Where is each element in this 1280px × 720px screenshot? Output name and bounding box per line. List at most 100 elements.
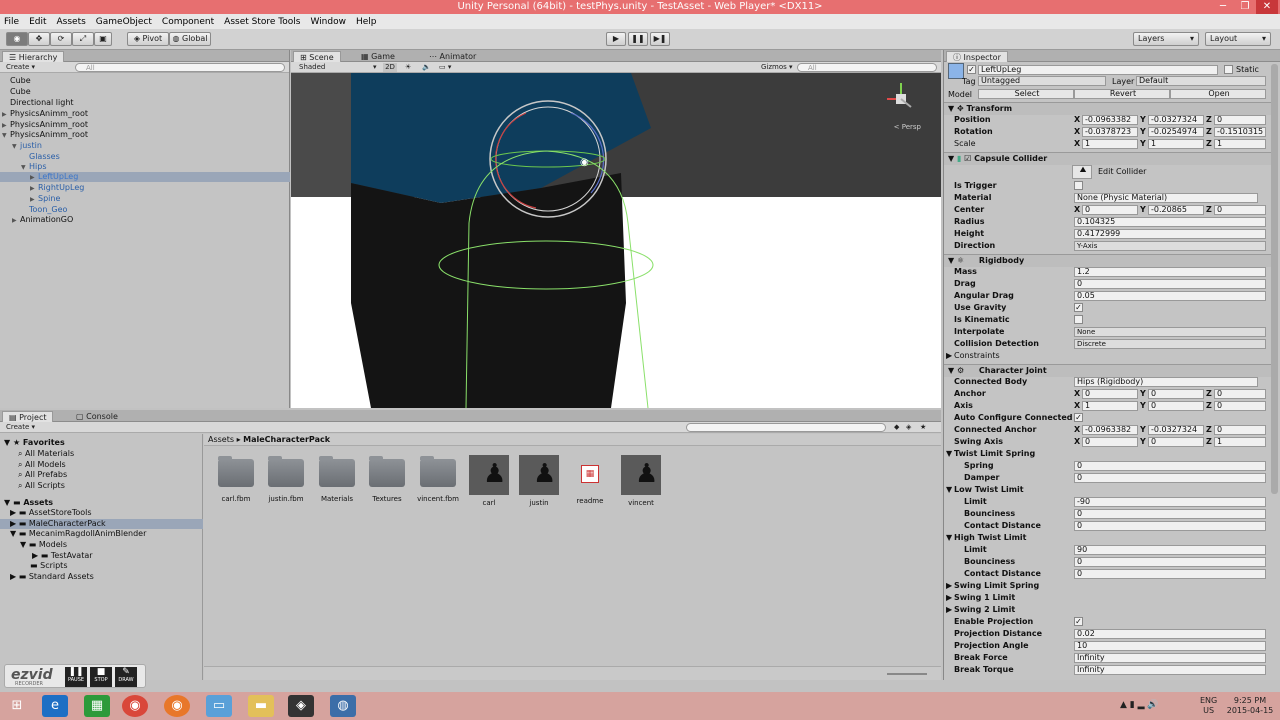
- rect-tool-button[interactable]: ▣: [94, 32, 112, 46]
- hierarchy-item[interactable]: Cube: [0, 76, 290, 86]
- rotation-z-field[interactable]: -0.1510315: [1214, 127, 1266, 137]
- hierarchy-item[interactable]: ▶ PhysicsAnimm_root: [0, 120, 290, 130]
- chrome-icon[interactable]: ◉: [122, 695, 148, 717]
- start-button[interactable]: ⊞: [4, 695, 30, 717]
- capsule-collider-header[interactable]: ▼ ▮ ☑ Capsule Collider: [944, 152, 1278, 165]
- swing2-limit-row[interactable]: ▶ Swing 2 Limit: [946, 604, 1266, 616]
- hierarchy-item[interactable]: Glasses: [0, 152, 290, 162]
- ezvid-pause-button[interactable]: ❚❚ PAUSE: [65, 667, 87, 687]
- active-checkbox[interactable]: ✓: [967, 65, 976, 74]
- asset-folder[interactable]: Textures: [365, 455, 409, 503]
- expand-arrow-icon[interactable]: ▶: [2, 110, 10, 120]
- axis-y-field[interactable]: 0: [1148, 401, 1204, 411]
- expand-arrow-icon[interactable]: ▶: [12, 216, 20, 226]
- asset-text[interactable]: ▦ readme: [568, 455, 612, 505]
- mass-field[interactable]: 1.2: [1074, 267, 1266, 277]
- connected-anchor-y-field[interactable]: -0.0327324: [1148, 425, 1204, 435]
- file-explorer-icon[interactable]: ▭: [206, 695, 232, 717]
- high-bounciness-field[interactable]: 0: [1074, 557, 1266, 567]
- swing-axis-y-field[interactable]: 0: [1148, 437, 1204, 447]
- ezvid-draw-button[interactable]: ✎ DRAW: [115, 667, 137, 687]
- tag-dropdown[interactable]: Untagged: [978, 76, 1106, 86]
- menu-edit[interactable]: Edit: [29, 17, 46, 27]
- filter-label-icon[interactable]: ◈: [906, 423, 911, 432]
- enable-projection-checkbox[interactable]: ✓: [1074, 617, 1083, 626]
- tray-icons[interactable]: ▲ ▮ ▂ 🔊: [1120, 700, 1159, 710]
- hierarchy-item[interactable]: Toon_Geo: [0, 205, 290, 215]
- high-contact-field[interactable]: 0: [1074, 569, 1266, 579]
- asset-model[interactable]: ♟ justin: [517, 455, 561, 507]
- menu-help[interactable]: Help: [356, 17, 377, 27]
- hierarchy-search-input[interactable]: All: [75, 63, 285, 72]
- spring-field[interactable]: 0: [1074, 461, 1266, 471]
- favorites-header[interactable]: ▼ ★ Favorites: [4, 438, 65, 448]
- lighting-icon[interactable]: ☀: [405, 63, 411, 72]
- center-y-field[interactable]: -0.20865: [1148, 205, 1204, 215]
- expand-arrow-icon[interactable]: ▶: [30, 173, 38, 183]
- global-toggle[interactable]: ◍ Global: [169, 32, 211, 46]
- project-create-dropdown[interactable]: Create ▾: [6, 423, 35, 432]
- mode-2d-button[interactable]: 2D: [383, 63, 397, 72]
- axis-x-field[interactable]: 1: [1082, 401, 1138, 411]
- perspective-label[interactable]: < Persp: [894, 123, 921, 131]
- constraints-row[interactable]: ▶ Constraints: [946, 350, 1266, 362]
- rotate-tool-button[interactable]: ⟳: [50, 32, 72, 46]
- menu-asset-store-tools[interactable]: Asset Store Tools: [224, 17, 300, 27]
- menu-window[interactable]: Window: [310, 17, 346, 27]
- position-x-field[interactable]: -0.0963382: [1082, 115, 1138, 125]
- scene-viewport[interactable]: ◉ < Persp: [291, 73, 941, 408]
- break-force-field[interactable]: Infinity: [1074, 653, 1266, 663]
- tree-item[interactable]: ▶ ▬ AssetStoreTools: [10, 508, 92, 518]
- ezvid-stop-button[interactable]: ■ STOP: [90, 667, 112, 687]
- effects-icon[interactable]: ▭ ▾: [439, 63, 451, 72]
- hand-tool-button[interactable]: ◉: [6, 32, 28, 46]
- material-field[interactable]: None (Physic Material): [1074, 193, 1258, 203]
- drag-field[interactable]: 0: [1074, 279, 1266, 289]
- favorite-item[interactable]: ⌕ All Materials: [18, 449, 74, 459]
- connected-body-field[interactable]: Hips (Rigidbody): [1074, 377, 1258, 387]
- scale-z-field[interactable]: 1: [1214, 139, 1266, 149]
- anchor-y-field[interactable]: 0: [1148, 389, 1204, 399]
- center-x-field[interactable]: 0: [1082, 205, 1138, 215]
- tree-item[interactable]: ▬ Scripts: [30, 561, 67, 571]
- low-bounciness-field[interactable]: 0: [1074, 509, 1266, 519]
- radius-field[interactable]: 0.104325: [1074, 217, 1266, 227]
- project-search-input[interactable]: [686, 423, 886, 432]
- asset-folder[interactable]: vincent.fbm: [416, 455, 460, 503]
- tree-item[interactable]: ▼ ▬ Models: [20, 540, 67, 550]
- tab-scene[interactable]: ⊞ Scene: [293, 51, 341, 62]
- breadcrumb-assets[interactable]: Assets: [208, 435, 234, 444]
- height-field[interactable]: 0.4172999: [1074, 229, 1266, 239]
- rotation-y-field[interactable]: -0.0254974: [1148, 127, 1204, 137]
- projection-distance-field[interactable]: 0.02: [1074, 629, 1266, 639]
- swing-limit-spring-row[interactable]: ▶ Swing Limit Spring: [946, 580, 1266, 592]
- hierarchy-create-dropdown[interactable]: Create ▾: [6, 63, 35, 72]
- projection-angle-field[interactable]: 10: [1074, 641, 1266, 651]
- hierarchy-item[interactable]: ▶ RightUpLeg: [0, 183, 290, 193]
- anchor-x-field[interactable]: 0: [1082, 389, 1138, 399]
- favorite-item[interactable]: ⌕ All Prefabs: [18, 470, 67, 480]
- pivot-toggle[interactable]: ◈ Pivot: [127, 32, 169, 46]
- axis-z-field[interactable]: 0: [1214, 401, 1266, 411]
- tree-item[interactable]: ▶ ▬ TestAvatar: [32, 551, 93, 561]
- favorite-star-icon[interactable]: ★: [920, 423, 926, 432]
- shading-arrow-icon[interactable]: ▾: [373, 63, 377, 72]
- layout-dropdown[interactable]: Layout ▾: [1205, 32, 1271, 46]
- app-icon[interactable]: ◍: [330, 695, 356, 717]
- revert-button[interactable]: Revert: [1074, 89, 1170, 99]
- break-torque-field[interactable]: Infinity: [1074, 665, 1266, 675]
- hierarchy-item[interactable]: ▶ PhysicsAnimm_root: [0, 109, 290, 119]
- is-kinematic-checkbox[interactable]: [1074, 315, 1083, 324]
- firefox-icon[interactable]: ◉: [164, 695, 190, 717]
- low-contact-field[interactable]: 0: [1074, 521, 1266, 531]
- collapse-arrow-icon[interactable]: ▼: [12, 142, 20, 152]
- clock[interactable]: 9:25 PM 2015-04-15: [1226, 696, 1274, 716]
- object-name-input[interactable]: LeftUpLeg: [978, 65, 1218, 75]
- audio-icon[interactable]: 🔈: [422, 63, 431, 72]
- swing-axis-x-field[interactable]: 0: [1082, 437, 1138, 447]
- static-checkbox[interactable]: [1224, 65, 1233, 74]
- center-z-field[interactable]: 0: [1214, 205, 1266, 215]
- asset-model[interactable]: ♟ carl: [467, 455, 511, 507]
- low-twist-limit-row[interactable]: ▼ Low Twist Limit: [946, 484, 1266, 496]
- connected-anchor-z-field[interactable]: 0: [1214, 425, 1266, 435]
